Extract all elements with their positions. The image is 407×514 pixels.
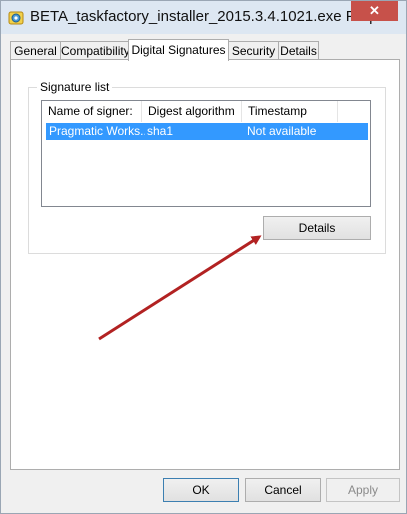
- cancel-button[interactable]: Cancel: [245, 478, 321, 502]
- tab-digital-signatures[interactable]: Digital Signatures: [128, 39, 229, 61]
- apply-button[interactable]: Apply: [326, 478, 400, 502]
- properties-window: BETA_taskfactory_installer_2015.3.4.1021…: [0, 0, 407, 514]
- annotation-arrow: [98, 235, 262, 341]
- ok-button[interactable]: OK: [163, 478, 239, 502]
